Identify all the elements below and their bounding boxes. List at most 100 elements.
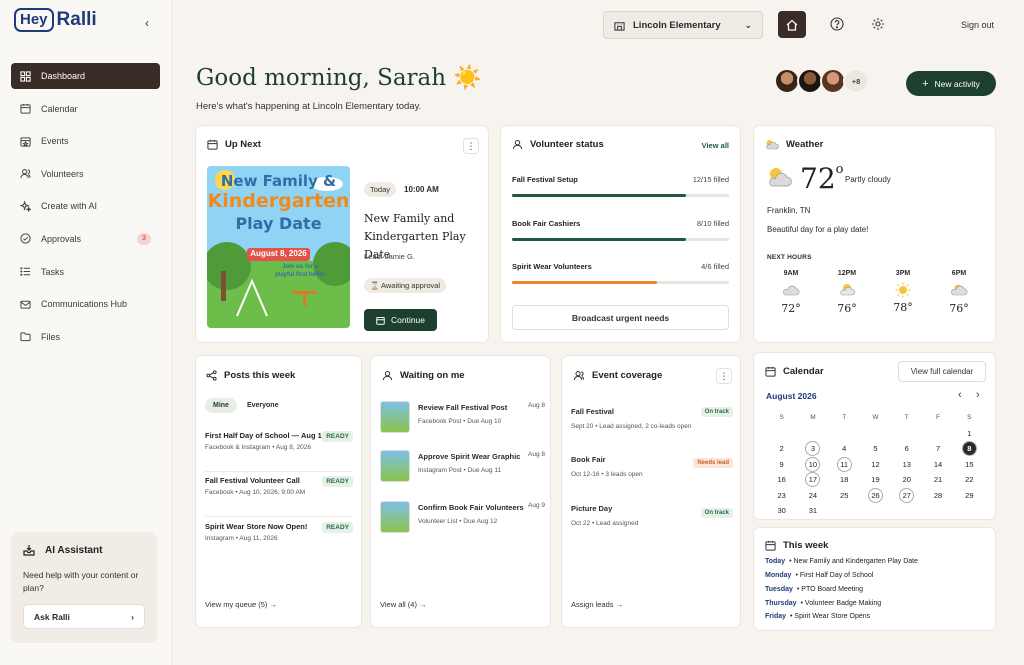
post-row[interactable]: First Half Day of School — Aug 14 Facebo…	[205, 431, 353, 472]
sidebar-item-events[interactable]: Events	[11, 128, 160, 154]
poster-line1: New Family &	[220, 172, 337, 190]
calendar-day[interactable]: 12	[860, 460, 891, 469]
calendar-day[interactable]: 10	[797, 456, 828, 472]
post-row[interactable]: Spirit Wear Store Now Open! Instagram • …	[205, 522, 353, 563]
coverage-row[interactable]: Fall Festival Sept 20 • Lead assigned, 2…	[571, 407, 733, 430]
task-row[interactable]: Confirm Book Fair Volunteers Aug 9 Volun…	[380, 501, 545, 539]
calendar-day[interactable]: 3	[797, 441, 828, 457]
sidebar-item-create-with-ai[interactable]: Create with AI	[11, 193, 160, 219]
more-avatars-count[interactable]: +8	[843, 68, 869, 94]
collapse-sidebar-icon[interactable]: ‹	[145, 16, 149, 30]
week-event-row[interactable]: Tuesday • PTO Board Meeting	[765, 586, 863, 593]
sidebar-item-tasks[interactable]: Tasks	[11, 259, 160, 285]
page-subtitle: Here's what's happening at Lincoln Eleme…	[196, 101, 422, 112]
task-row[interactable]: Approve Spirit Wear Graphic Aug 8 Instag…	[380, 450, 545, 488]
coverage-row[interactable]: Picture Day Oct 22 • Lead assigned On tr…	[571, 504, 733, 527]
calendar-day[interactable]: 13	[891, 460, 922, 469]
more-options-icon[interactable]: ⋮	[463, 138, 479, 154]
gear-icon[interactable]	[871, 17, 885, 33]
calendar-day[interactable]: 5	[860, 444, 891, 453]
task-row[interactable]: Review Fall Festival Post Aug 8 Facebook…	[380, 401, 545, 439]
view-all-tasks-link[interactable]: View all (4) →	[380, 600, 427, 609]
volunteer-row[interactable]: Spirit Wear Volunteers 4/6 filled	[512, 262, 729, 284]
calendar-day[interactable]: 17	[797, 472, 828, 488]
calendar-day[interactable]: 11	[829, 456, 860, 472]
home-button[interactable]	[778, 11, 806, 38]
week-event-row[interactable]: Today • New Family and Kindergarten Play …	[765, 558, 918, 565]
calendar-day[interactable]: 19	[860, 475, 891, 484]
calendar-day[interactable]: 20	[891, 475, 922, 484]
calendar-day[interactable]: 1	[954, 429, 985, 438]
sidebar-item-dashboard[interactable]: Dashboard	[11, 63, 160, 89]
weather-location: Franklin, TN	[767, 206, 811, 215]
tab-everyone[interactable]: Everyone	[239, 398, 287, 413]
new-activity-label: New activity	[934, 78, 980, 89]
volunteer-row[interactable]: Book Fair Cashiers 8/10 filled	[512, 219, 729, 241]
broadcast-urgent-needs-button[interactable]: Broadcast urgent needs	[512, 305, 729, 330]
status-badge: Needs lead	[693, 458, 733, 468]
calendar-day[interactable]: 6	[891, 444, 922, 453]
tab-mine[interactable]: Mine	[205, 398, 237, 413]
hourly-forecast: 6PM 76°	[939, 270, 979, 315]
ask-ralli-label: Ask Ralli	[34, 611, 70, 622]
school-selector[interactable]: Lincoln Elementary ⌄	[603, 11, 763, 39]
volunteer-row-filled: 12/15 filled	[692, 175, 729, 184]
new-activity-button[interactable]: + New activity	[906, 71, 996, 96]
calendar-day[interactable]: 25	[829, 491, 860, 500]
calendar-day[interactable]: 14	[922, 460, 953, 469]
event-poster-image: New Family & Kindergarten Play Date Augu…	[207, 166, 350, 328]
view-full-calendar-button[interactable]: View full calendar	[898, 361, 986, 382]
posts-tabs: Mine Everyone	[205, 398, 286, 413]
coverage-row[interactable]: Book Fair Oct 12-16 • 3 leads open Needs…	[571, 455, 733, 478]
calendar-day[interactable]: 16	[766, 475, 797, 484]
sun-icon	[883, 282, 923, 298]
team-avatars[interactable]: +8	[774, 68, 869, 94]
view-all-volunteers-link[interactable]: View all	[702, 141, 729, 150]
sign-out-link[interactable]: Sign out	[961, 20, 994, 30]
week-event-row[interactable]: Thursday • Volunteer Badge Making	[765, 600, 881, 607]
week-event-row[interactable]: Monday • First Half Day of School	[765, 572, 873, 579]
calendar-day[interactable]: 24	[797, 491, 828, 500]
users-icon	[573, 371, 585, 381]
calendar-day[interactable]: 31	[797, 506, 828, 515]
weather-title: Weather	[786, 139, 824, 150]
ask-ralli-button[interactable]: Ask Ralli ›	[23, 604, 145, 629]
calendar-day[interactable]: 21	[922, 475, 953, 484]
task-title: Approve Spirit Wear Graphic	[418, 452, 521, 461]
calendar-day[interactable]: 15	[954, 460, 985, 469]
event-time: 10:00 AM	[404, 185, 439, 194]
more-options-icon[interactable]: ⋮	[716, 368, 732, 384]
calendar-day[interactable]: 2	[766, 444, 797, 453]
calendar-day[interactable]: 22	[954, 475, 985, 484]
calendar-day[interactable]: 30	[766, 506, 797, 515]
calendar-day[interactable]: 27	[891, 487, 922, 503]
sidebar-item-approvals[interactable]: Approvals 3	[11, 226, 160, 252]
help-icon[interactable]	[830, 17, 844, 33]
assign-leads-link[interactable]: Assign leads →	[571, 600, 623, 609]
view-my-queue-link[interactable]: View my queue (5) →	[205, 600, 277, 609]
sidebar-item-files[interactable]: Files	[11, 324, 160, 350]
post-row[interactable]: Fall Festival Volunteer Call Facebook • …	[205, 476, 353, 517]
sidebar-item-volunteers[interactable]: Volunteers	[11, 161, 160, 187]
calendar-day[interactable]: 9	[766, 460, 797, 469]
week-event-row[interactable]: Friday • Spirit Wear Store Opens	[765, 613, 870, 620]
week-day: Thursday	[765, 600, 797, 607]
calendar-day[interactable]: 8	[954, 441, 985, 457]
calendar-day[interactable]: 29	[954, 491, 985, 500]
volunteer-row[interactable]: Fall Festival Setup 12/15 filled	[512, 175, 729, 197]
calendar-day[interactable]: 26	[860, 487, 891, 503]
sidebar-item-communications-hub[interactable]: Communications Hub	[11, 291, 160, 317]
calendar-day[interactable]: 7	[922, 444, 953, 453]
task-thumbnail	[380, 501, 410, 533]
folder-icon	[19, 331, 31, 343]
calendar-day[interactable]: 23	[766, 491, 797, 500]
sidebar-item-calendar[interactable]: Calendar	[11, 96, 160, 122]
logo[interactable]: Hey Ralli	[14, 8, 97, 32]
calendar-day[interactable]: 4	[829, 444, 860, 453]
next-month-icon[interactable]: ›	[976, 389, 980, 401]
calendar-day[interactable]: 28	[922, 491, 953, 500]
prev-month-icon[interactable]: ‹	[958, 389, 962, 401]
calendar-day[interactable]: 18	[829, 475, 860, 484]
continue-button[interactable]: Continue	[364, 309, 437, 331]
calendar-week-row: 30 31	[766, 503, 985, 519]
